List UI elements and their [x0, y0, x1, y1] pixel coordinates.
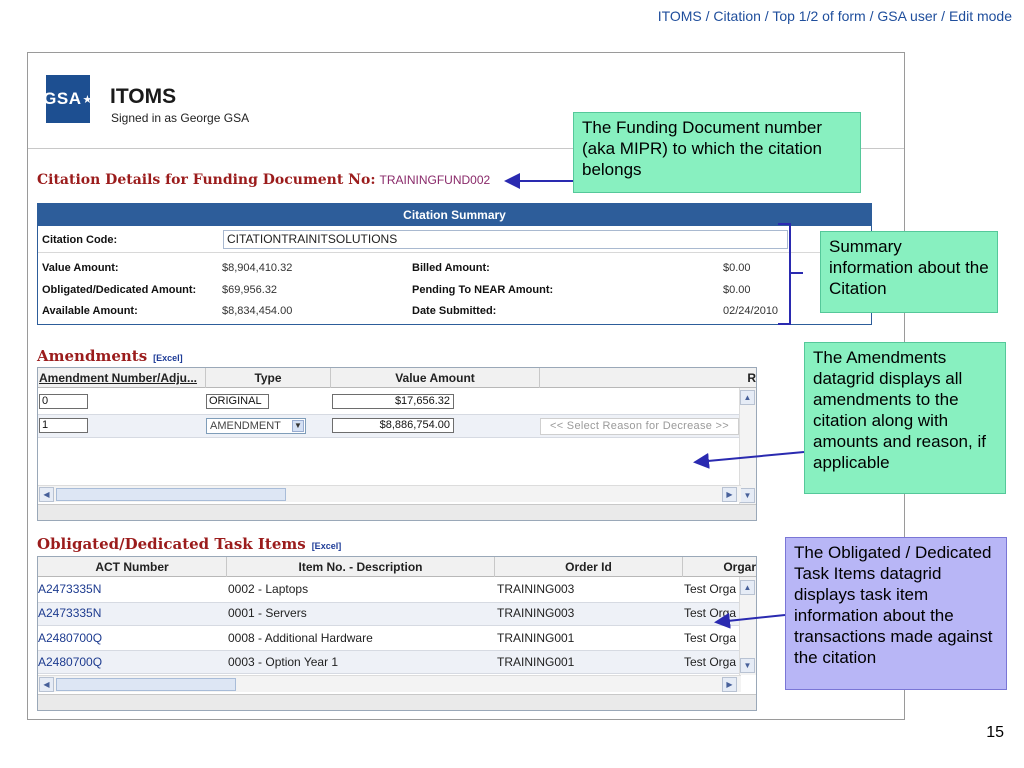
amendment-type-select[interactable]: AMENDMENT ▼ [206, 418, 306, 434]
col-amendment-number[interactable]: Amendment Number/Adju... [38, 368, 206, 388]
task-items-grid: ACT Number Item No. - Description Order … [37, 556, 757, 711]
amendment-number-input[interactable]: 0 [39, 394, 88, 409]
reason-select[interactable]: << Select Reason for Decrease >> [540, 418, 739, 435]
amendments-callout: The Amendments datagrid displays all ame… [804, 342, 1006, 494]
date-submitted-label: Date Submitted: [412, 305, 497, 317]
signed-in-user: Signed in as George GSA [111, 111, 250, 125]
scroll-left-icon[interactable]: ◀ [39, 487, 54, 502]
task-items-vertical-scrollbar[interactable]: ▲ ▼ [739, 577, 756, 675]
amendment-type-field[interactable]: ORIGINAL [206, 394, 269, 409]
amendment-number-input[interactable]: 1 [39, 418, 88, 433]
item-description: 0002 - Laptops [228, 582, 309, 596]
table-row [38, 602, 756, 626]
task-items-horizontal-scrollbar[interactable]: ◀ ▶ [38, 675, 741, 692]
act-number-link[interactable]: A2480700Q [38, 631, 102, 645]
organization: Test Orga [684, 606, 737, 620]
act-number-link[interactable]: A2473335N [38, 582, 101, 596]
citation-summary-panel: Citation Summary Citation Code: CITATION… [37, 203, 872, 325]
organization: Test Orga [684, 582, 737, 596]
scroll-down-icon[interactable]: ▼ [740, 658, 755, 673]
available-amount: $8,834,454.00 [222, 305, 293, 317]
order-id: TRAINING003 [497, 606, 575, 620]
obligated-amount-label: Obligated/Dedicated Amount: [42, 284, 197, 296]
funding-document-number: TRAININGFUND002 [379, 173, 491, 187]
item-description: 0003 - Option Year 1 [228, 655, 339, 669]
amendments-heading: Amendments [Excel] [37, 347, 183, 365]
task-items-scroll-thumb[interactable] [56, 678, 236, 691]
app-title: ITOMS [110, 85, 177, 108]
amendments-excel-link[interactable]: [Excel] [153, 353, 183, 363]
pending-near-amount: $0.00 [723, 284, 751, 296]
amendments-scroll-thumb[interactable] [56, 488, 286, 501]
scroll-down-icon[interactable]: ▼ [740, 488, 755, 503]
scroll-right-icon[interactable]: ▶ [722, 487, 737, 502]
billed-amount-label: Billed Amount: [412, 262, 490, 274]
col-organization[interactable]: Orgar [683, 557, 756, 577]
pending-near-label: Pending To NEAR Amount: [412, 284, 554, 296]
summary-callout: Summary information about the Citation [820, 231, 998, 313]
col-order-id[interactable]: Order Id [495, 557, 683, 577]
funding-document-callout: The Funding Document number (aka MIPR) t… [573, 112, 861, 193]
item-description: 0008 - Additional Hardware [228, 631, 373, 645]
value-amount: $8,904,410.32 [222, 262, 293, 274]
task-items-grid-footer [38, 694, 756, 710]
obligated-amount: $69,956.32 [222, 284, 278, 296]
order-id: TRAINING003 [497, 582, 575, 596]
amendments-horizontal-scrollbar[interactable]: ◀ ▶ [38, 485, 741, 502]
citation-code-field[interactable]: CITATIONTRAINITSOLUTIONS [223, 230, 788, 249]
scroll-up-icon[interactable]: ▲ [740, 580, 755, 595]
billed-amount: $0.00 [723, 262, 751, 274]
amendments-grid-header: Amendment Number/Adju... Type Value Amou… [38, 368, 756, 388]
task-items-excel-link[interactable]: [Excel] [312, 541, 342, 551]
table-row [38, 650, 756, 674]
scroll-up-icon[interactable]: ▲ [740, 390, 755, 405]
citation-code-label: Citation Code: [42, 234, 118, 246]
date-submitted: 02/24/2010 [723, 305, 779, 317]
task-items-heading: Obligated/Dedicated Task Items [Excel] [37, 535, 342, 553]
amendments-grid-footer [38, 504, 756, 520]
amendments-grid: Amendment Number/Adju... Type Value Amou… [37, 367, 757, 521]
slide-header: ITOMS / Citation / Top 1/2 of form / GSA… [657, 8, 1012, 24]
citation-summary-title: Citation Summary [38, 204, 871, 226]
col-value-amount[interactable]: Value Amount [331, 368, 540, 388]
col-act-number[interactable]: ACT Number [38, 557, 227, 577]
scroll-left-icon[interactable]: ◀ [39, 677, 54, 692]
col-reason[interactable]: R [540, 368, 756, 388]
act-number-link[interactable]: A2473335N [38, 606, 101, 620]
citation-heading: Citation Details for Funding Document No… [37, 172, 491, 188]
page-number: 15 [986, 724, 1004, 741]
col-type[interactable]: Type [206, 368, 331, 388]
act-number-link[interactable]: A2480700Q [38, 655, 102, 669]
value-amount-label: Value Amount: [42, 262, 119, 274]
summary-divider [38, 252, 871, 253]
col-item-description[interactable]: Item No. - Description [227, 557, 495, 577]
organization: Test Orga [684, 655, 737, 669]
item-description: 0001 - Servers [228, 606, 307, 620]
scroll-right-icon[interactable]: ▶ [722, 677, 737, 692]
task-items-grid-header: ACT Number Item No. - Description Order … [38, 557, 756, 577]
order-id: TRAINING001 [497, 631, 575, 645]
amendment-value-input[interactable]: $17,656.32 [332, 394, 454, 409]
gsa-logo: GSA ★ [43, 75, 92, 123]
amendments-vertical-scrollbar[interactable]: ▲ ▼ [739, 388, 756, 504]
chevron-down-icon[interactable]: ▼ [292, 420, 304, 432]
amendment-value-input[interactable]: $8,886,754.00 [332, 418, 454, 433]
task-items-callout: The Obligated / Dedicated Task Items dat… [785, 537, 1007, 690]
available-amount-label: Available Amount: [42, 305, 138, 317]
organization: Test Orga [684, 631, 737, 645]
order-id: TRAINING001 [497, 655, 575, 669]
